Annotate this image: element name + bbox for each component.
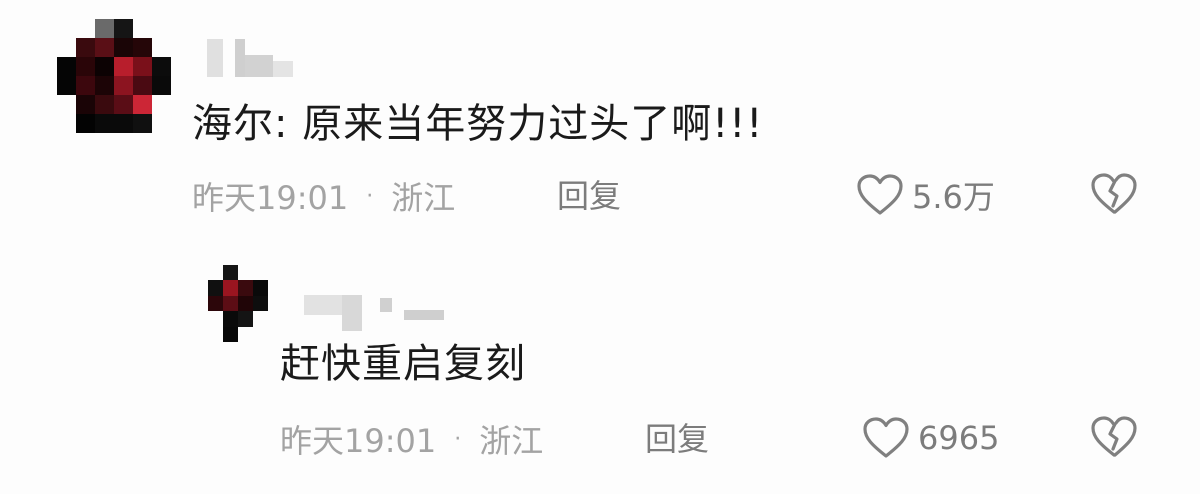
heart-outline-icon xyxy=(857,174,903,215)
comment-text: 海尔: 原来当年努力过头了啊!!! xyxy=(192,101,764,147)
blurred-name-block xyxy=(404,310,444,320)
comment-text: 赶快重启复刻 xyxy=(280,341,526,387)
blurred-name-block xyxy=(235,39,245,77)
avatar[interactable] xyxy=(57,19,171,133)
blurred-name-block xyxy=(207,39,223,77)
meta-separator: · xyxy=(454,426,462,452)
like-count: 6965 xyxy=(918,419,1000,457)
blurred-name-block xyxy=(304,295,342,315)
blurred-name-block xyxy=(273,61,293,77)
location: 浙江 xyxy=(479,422,544,460)
comment-meta: 昨天19:01 · 浙江 xyxy=(280,417,543,461)
reply-button[interactable]: 回复 xyxy=(557,174,621,218)
like-button[interactable]: 6965 xyxy=(862,413,999,463)
comment-meta: 昨天19:01 · 浙江 xyxy=(192,174,455,218)
location: 浙江 xyxy=(391,179,456,217)
comment-item: 海尔: 原来当年努力过头了啊!!! 昨天19:01 · 浙江 回复 5.6万 xyxy=(0,0,1200,240)
username-blurred[interactable] xyxy=(304,285,464,331)
blurred-name-block xyxy=(245,55,273,77)
dislike-button[interactable] xyxy=(1089,414,1139,460)
heart-outline-icon xyxy=(863,417,909,458)
dislike-button[interactable] xyxy=(1089,171,1139,217)
username-blurred[interactable] xyxy=(207,38,307,78)
timestamp: 昨天19:01 xyxy=(192,179,349,217)
avatar[interactable] xyxy=(208,265,268,342)
timestamp: 昨天19:01 xyxy=(280,422,437,460)
reply-comment-item: 赶快重启复刻 昨天19:01 · 浙江 回复 6965 xyxy=(0,240,1200,494)
reply-button[interactable]: 回复 xyxy=(645,417,709,461)
like-count: 5.6万 xyxy=(912,178,995,216)
like-button[interactable]: 5.6万 xyxy=(856,170,995,220)
meta-separator: · xyxy=(366,183,374,209)
blurred-name-block xyxy=(342,295,362,331)
broken-heart-icon xyxy=(1091,416,1137,457)
blurred-name-block xyxy=(380,298,392,312)
broken-heart-icon xyxy=(1091,173,1137,214)
